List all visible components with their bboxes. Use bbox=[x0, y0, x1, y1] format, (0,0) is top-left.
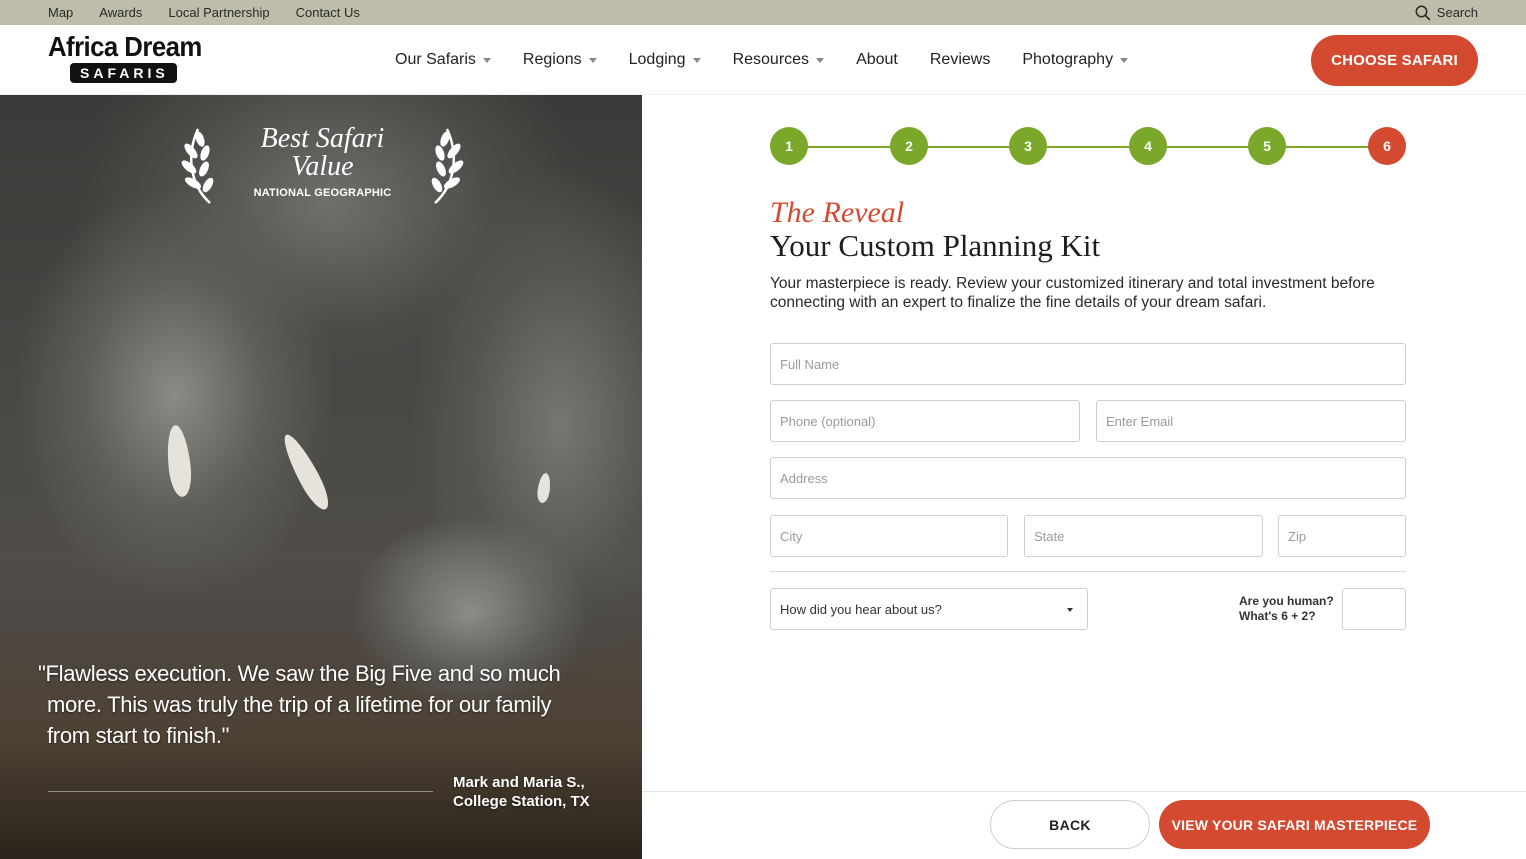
utility-link-local-partnership[interactable]: Local Partnership bbox=[168, 5, 269, 20]
chevron-down-icon bbox=[1067, 608, 1073, 612]
step-1[interactable]: 1 bbox=[770, 127, 808, 165]
nav-item-about[interactable]: About bbox=[856, 51, 898, 69]
quote-line: from start to finish." bbox=[47, 723, 230, 748]
logo-wordmark: Africa Dream bbox=[48, 31, 202, 62]
nav-label: Reviews bbox=[929, 51, 991, 68]
section-eyebrow: The Reveal bbox=[770, 196, 905, 229]
step-4[interactable]: 4 bbox=[1129, 127, 1167, 165]
chevron-down-icon bbox=[692, 57, 701, 63]
referral-select-value: How did you hear about us? bbox=[780, 601, 942, 617]
nav-item-reviews[interactable]: Reviews bbox=[930, 51, 990, 69]
attribution-name: Mark and Maria S., bbox=[453, 774, 585, 791]
captcha-label: Are you human? What's 6 + 2? bbox=[1239, 594, 1334, 624]
intro-text: Your masterpiece is ready. Review your c… bbox=[770, 275, 1375, 311]
elephant-tusk bbox=[277, 430, 335, 514]
utility-links: Map Awards Local Partnership Contact Us bbox=[48, 5, 360, 20]
chevron-down-icon bbox=[1120, 57, 1129, 63]
search-icon bbox=[1415, 5, 1431, 20]
attribution-divider bbox=[48, 791, 433, 792]
laurel-left-icon bbox=[181, 128, 214, 204]
state-input[interactable]: State bbox=[1024, 515, 1263, 557]
award-badge: Best Safari Value NATIONAL GEOGRAPHIC bbox=[180, 125, 465, 205]
attribution-place: College Station, TX bbox=[453, 793, 590, 810]
utility-link-contact-us[interactable]: Contact Us bbox=[296, 5, 360, 20]
nav-label: Lodging bbox=[628, 51, 686, 68]
step-6-current[interactable]: 6 bbox=[1368, 127, 1406, 165]
utility-link-awards[interactable]: Awards bbox=[99, 5, 142, 20]
page-title: Your Custom Planning Kit bbox=[770, 228, 1101, 263]
zip-input[interactable]: Zip bbox=[1278, 515, 1406, 557]
laurel-right-icon bbox=[431, 128, 464, 204]
search-label: Search bbox=[1436, 5, 1478, 20]
quote-line: more. This was truly the trip of a lifet… bbox=[47, 692, 552, 717]
testimonial-attribution: Mark and Maria S., College Station, TX bbox=[453, 773, 590, 811]
nav-item-our-safaris[interactable]: Our Safaris bbox=[395, 51, 491, 69]
phone-input[interactable]: Phone (optional) bbox=[770, 400, 1080, 442]
site-header: Africa Dream SAFARIS Our Safaris Regions… bbox=[0, 25, 1526, 95]
step-3[interactable]: 3 bbox=[1009, 127, 1047, 165]
nav-label: Our Safaris bbox=[395, 51, 476, 68]
testimonial-quote: "Flawless execution. We saw the Big Five… bbox=[38, 658, 598, 751]
main-nav: Our Safaris Regions Lodging Resources Ab… bbox=[395, 25, 1160, 95]
step-2[interactable]: 2 bbox=[890, 127, 928, 165]
address-input[interactable]: Address bbox=[770, 457, 1406, 499]
nav-item-photography[interactable]: Photography bbox=[1022, 51, 1129, 69]
chevron-down-icon bbox=[482, 57, 491, 63]
step-5[interactable]: 5 bbox=[1248, 127, 1286, 165]
full-name-input[interactable]: Full Name bbox=[770, 343, 1406, 385]
view-masterpiece-button[interactable]: VIEW YOUR SAFARI MASTERPIECE bbox=[1159, 800, 1430, 849]
utility-bar: Map Awards Local Partnership Contact Us … bbox=[0, 0, 1526, 25]
stepper-line bbox=[790, 146, 1386, 148]
nav-label: Resources bbox=[732, 51, 810, 68]
quote-line: "Flawless execution. We saw the Big Five… bbox=[38, 661, 561, 686]
email-input[interactable]: Enter Email bbox=[1096, 400, 1406, 442]
captcha-input[interactable] bbox=[1342, 588, 1406, 630]
referral-select[interactable]: How did you hear about us? bbox=[770, 588, 1088, 630]
search-button[interactable]: Search bbox=[1415, 0, 1478, 25]
choose-safari-button[interactable]: CHOOSE SAFARI bbox=[1311, 35, 1478, 86]
elephant-tusk bbox=[164, 424, 194, 498]
captcha-question-line1: Are you human? bbox=[1239, 594, 1334, 608]
hero-image: Best Safari Value NATIONAL GEOGRAPHIC "F… bbox=[0, 95, 642, 859]
form-divider bbox=[770, 571, 1406, 572]
nav-label: Regions bbox=[522, 51, 582, 68]
progress-stepper: 1 2 3 4 5 6 bbox=[770, 127, 1406, 167]
nav-item-regions[interactable]: Regions bbox=[523, 51, 597, 69]
nav-item-resources[interactable]: Resources bbox=[732, 51, 825, 69]
nav-label: About bbox=[856, 51, 898, 68]
logo-badge: SAFARIS bbox=[70, 63, 177, 83]
elephant-tusk bbox=[535, 472, 553, 504]
nav-item-lodging[interactable]: Lodging bbox=[629, 51, 701, 69]
chevron-down-icon bbox=[816, 57, 825, 63]
chevron-down-icon bbox=[588, 57, 597, 63]
captcha-question-line2: What's 6 + 2? bbox=[1239, 609, 1316, 623]
footer-divider bbox=[642, 791, 1526, 792]
city-input[interactable]: City bbox=[770, 515, 1008, 557]
site-logo[interactable]: Africa Dream SAFARIS bbox=[48, 31, 202, 83]
utility-link-map[interactable]: Map bbox=[48, 5, 73, 20]
back-button[interactable]: BACK bbox=[990, 800, 1150, 849]
nav-label: Photography bbox=[1022, 51, 1114, 68]
